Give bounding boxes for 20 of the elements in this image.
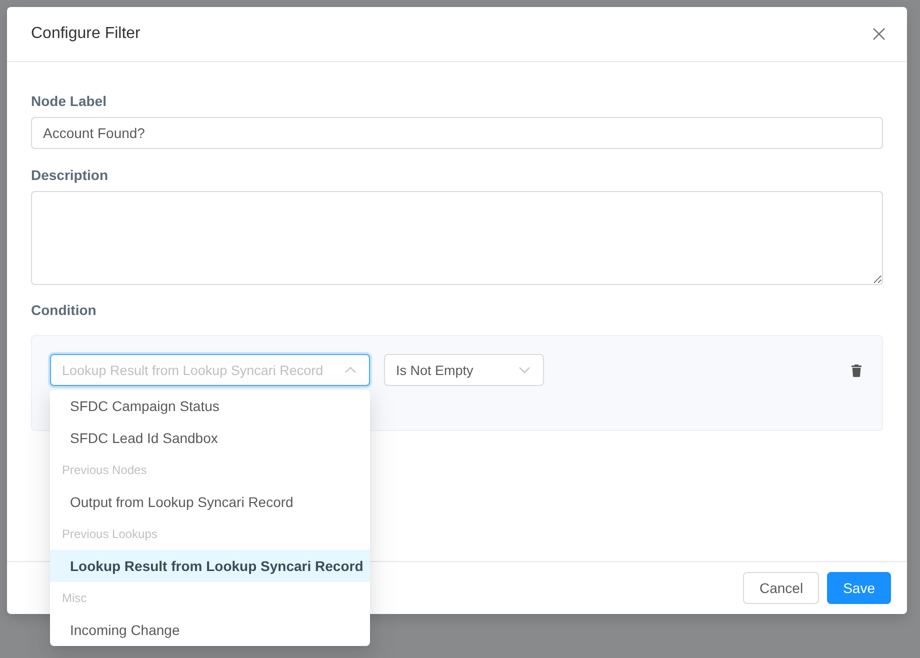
close-icon[interactable] [873,28,885,40]
textarea-field[interactable] [31,191,883,285]
caret-down-icon [519,367,530,373]
caret-up-icon [345,367,356,373]
input-field[interactable]: Account Found? [31,117,883,149]
field-label: Description [31,166,110,185]
cancel-button[interactable]: Cancel [743,572,820,604]
operator-select[interactable]: Is Not Empty [384,354,544,386]
dropdown-option[interactable]: Output from Lookup Syncari Record [50,486,370,518]
option-group-heading: Previous Nodes [61,462,148,479]
option-group-heading: Previous Lookups [61,526,158,543]
dropdown-option[interactable]: Lookup Result from Lookup Syncari Record [50,550,370,582]
dropdown-option[interactable]: Incoming Change [50,614,370,646]
field-label: Node Label [31,92,108,111]
dropdown-option[interactable]: SFDC Lead Id Sandbox [50,422,370,454]
trash-icon[interactable] [851,364,862,376]
condition-label: Condition [31,301,98,320]
option-group-heading: Misc [61,590,88,607]
dropdown-option[interactable]: SFDC Campaign Status [50,390,370,422]
dialog-title: Configure Filter [31,24,140,44]
